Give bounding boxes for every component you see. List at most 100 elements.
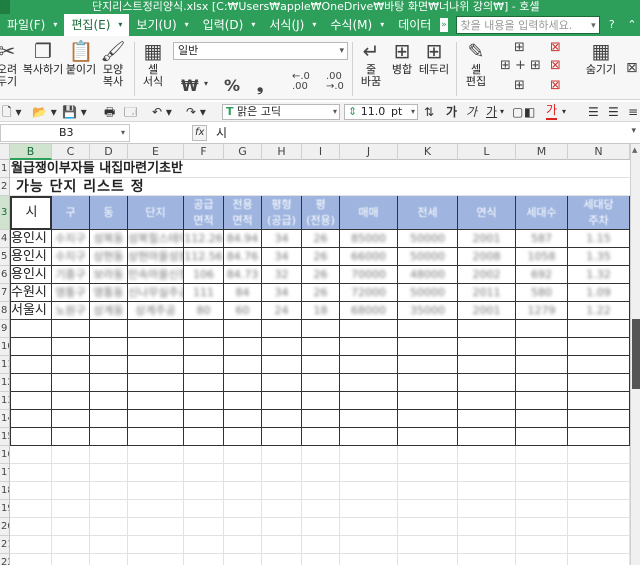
table-cell[interactable] — [224, 410, 262, 428]
table-cell[interactable] — [262, 374, 302, 392]
grid-cell[interactable] — [184, 446, 224, 464]
table-cell[interactable] — [184, 320, 224, 338]
table-cell[interactable] — [262, 320, 302, 338]
grid-cell[interactable] — [10, 464, 52, 482]
table-cell[interactable] — [184, 356, 224, 374]
insert-cell-icon[interactable]: ⊞ — [514, 78, 525, 93]
grid-cell[interactable] — [398, 464, 458, 482]
italic-button[interactable]: 가 — [466, 104, 477, 120]
table-cell[interactable]: 112.56 — [184, 248, 224, 266]
column-header[interactable]: B — [10, 144, 52, 160]
row-header[interactable]: 6 — [0, 266, 10, 284]
table-cell[interactable]: 1.22 — [568, 302, 630, 320]
table-cell[interactable] — [262, 356, 302, 374]
table-cell[interactable] — [398, 338, 458, 356]
table-cell[interactable]: 50000 — [398, 230, 458, 248]
grid-cell[interactable] — [10, 446, 52, 464]
delete-column-icon[interactable]: ⊠ — [550, 58, 561, 73]
table-cell[interactable]: 48000 — [398, 266, 458, 284]
grid-cell[interactable] — [302, 482, 340, 500]
header-cell[interactable]: 전용 면적 — [224, 196, 262, 230]
formula-input[interactable]: 시 — [216, 124, 227, 142]
table-cell[interactable]: 66000 — [340, 248, 398, 266]
grid-cell[interactable] — [52, 536, 90, 554]
table-cell[interactable]: 1.32 — [568, 266, 630, 284]
grid-cell[interactable] — [458, 518, 516, 536]
insert-column-icon[interactable]: ⊞ + ⊞ — [500, 58, 541, 73]
name-box[interactable]: B3 ▾ — [0, 124, 130, 142]
grid-cell[interactable] — [90, 500, 128, 518]
table-cell[interactable] — [128, 356, 184, 374]
grid-cell[interactable] — [458, 482, 516, 500]
header-cell[interactable]: 세대수 — [516, 196, 568, 230]
table-cell[interactable] — [128, 320, 184, 338]
table-cell[interactable]: 성복힐스테이트 — [128, 230, 184, 248]
table-cell[interactable] — [128, 410, 184, 428]
table-cell[interactable]: 상현동 — [90, 248, 128, 266]
grid-cell[interactable] — [10, 554, 52, 565]
column-header[interactable]: J — [340, 144, 398, 160]
table-cell[interactable] — [90, 320, 128, 338]
header-cell[interactable]: 구 — [52, 196, 90, 230]
search-input[interactable]: 찾을 내용을 입력하세요. ▾ — [455, 16, 600, 34]
header-cell[interactable]: 평 (전용) — [302, 196, 340, 230]
redo-icon[interactable]: ↷ ▾ — [186, 104, 206, 120]
table-cell[interactable]: 민속마을신창 — [128, 266, 184, 284]
highlight-icon[interactable]: ◧ — [524, 104, 535, 120]
table-cell[interactable] — [90, 392, 128, 410]
merge-button[interactable]: ⊞ 병합 — [388, 40, 416, 76]
table-cell[interactable] — [458, 410, 516, 428]
grid-cell[interactable] — [398, 482, 458, 500]
table-cell[interactable] — [90, 410, 128, 428]
grid-cell[interactable] — [398, 536, 458, 554]
comma-button[interactable]: ❟ — [257, 76, 263, 96]
new-document-icon[interactable]: 🗋 ▾ — [2, 104, 22, 120]
decrease-decimal-button[interactable]: .00 →.0 — [326, 72, 344, 92]
cell-city[interactable]: 용인시 — [10, 248, 52, 266]
scrollbar-thumb[interactable] — [632, 319, 640, 389]
table-cell[interactable] — [262, 428, 302, 446]
grid-cell[interactable] — [262, 446, 302, 464]
table-cell[interactable] — [398, 374, 458, 392]
table-cell[interactable] — [302, 320, 340, 338]
grid-cell[interactable] — [398, 446, 458, 464]
table-cell[interactable]: 85000 — [340, 230, 398, 248]
table-cell[interactable] — [10, 338, 52, 356]
table-cell[interactable] — [340, 374, 398, 392]
row-header[interactable]: 8 — [0, 302, 10, 320]
grid-cell[interactable] — [128, 446, 184, 464]
grid-cell[interactable] — [516, 464, 568, 482]
grid-cell[interactable] — [52, 446, 90, 464]
grid-cell[interactable] — [184, 518, 224, 536]
table-cell[interactable] — [224, 338, 262, 356]
grid-cell[interactable] — [10, 536, 52, 554]
table-cell[interactable] — [224, 374, 262, 392]
format-painter-button[interactable]: 🖌 모양 복사 — [98, 40, 128, 88]
grid-cell[interactable] — [262, 518, 302, 536]
table-cell[interactable] — [516, 392, 568, 410]
table-cell[interactable] — [90, 374, 128, 392]
table-cell[interactable] — [10, 410, 52, 428]
grid-cell[interactable] — [224, 464, 262, 482]
menu-format[interactable]: 서식(J) ▾ — [262, 14, 323, 36]
grid-cell[interactable] — [128, 464, 184, 482]
grid-cell[interactable] — [52, 554, 90, 565]
table-cell[interactable]: 2002 — [458, 266, 516, 284]
open-folder-icon[interactable]: 📂 ▾ — [32, 104, 57, 120]
grid-cell[interactable] — [262, 482, 302, 500]
grid-cell[interactable] — [90, 518, 128, 536]
table-cell[interactable] — [184, 392, 224, 410]
preview-icon[interactable]: 🗔 — [124, 104, 137, 120]
row-header[interactable]: 17 — [0, 464, 10, 482]
ribbon-toggle-icon[interactable]: ⌃ — [624, 16, 640, 34]
table-cell[interactable] — [458, 320, 516, 338]
cell-city[interactable]: 서울시 — [10, 302, 52, 320]
table-cell[interactable] — [52, 338, 90, 356]
table-cell[interactable]: 상계주공 — [128, 302, 184, 320]
table-cell[interactable] — [128, 374, 184, 392]
grid-cell[interactable] — [128, 554, 184, 565]
row-header[interactable]: 21 — [0, 536, 10, 554]
grid-cell[interactable] — [262, 536, 302, 554]
number-format-select[interactable]: 일반 ▾ — [173, 42, 348, 60]
row-header[interactable]: 1 — [0, 160, 10, 178]
